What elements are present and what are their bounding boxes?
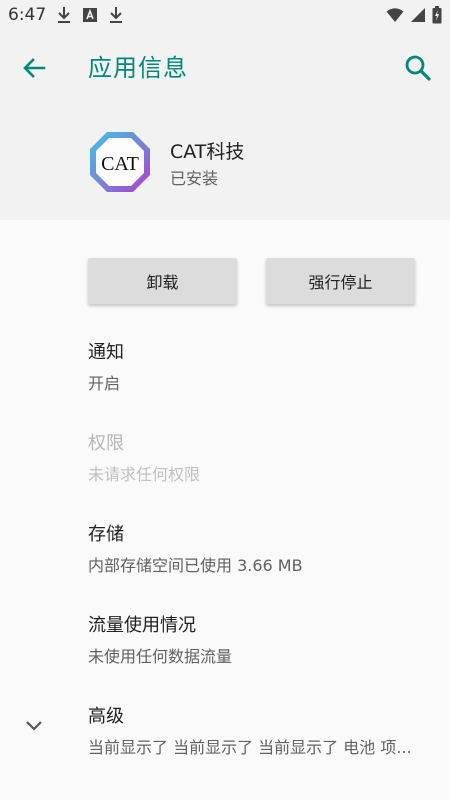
battery-icon xyxy=(432,6,442,24)
status-bar: 6:47 xyxy=(0,0,450,30)
force-stop-button[interactable]: 强行停止 xyxy=(266,258,415,304)
pref-advanced[interactable]: 高级 当前显示了 当前显示了 当前显示了 电池 项... xyxy=(88,702,412,758)
app-header: CAT CAT科技 已安装 xyxy=(0,102,450,220)
signal-icon xyxy=(411,8,425,22)
pref-title: 权限 xyxy=(88,433,124,454)
download-icon xyxy=(58,7,70,23)
wifi-icon xyxy=(386,8,404,22)
app-name: CAT科技 xyxy=(170,141,245,163)
pref-title: 存储 xyxy=(88,524,124,545)
pref-summary: 内部存储空间已使用 3.66 MB xyxy=(88,556,303,575)
search-icon[interactable] xyxy=(402,52,434,84)
system-icons xyxy=(386,6,442,24)
pref-data-usage[interactable]: 流量使用情况 未使用任何数据流量 xyxy=(88,611,232,667)
pref-summary: 当前显示了 当前显示了 当前显示了 电池 项... xyxy=(88,738,412,757)
chevron-down-icon[interactable] xyxy=(22,713,46,737)
pref-notifications[interactable]: 通知 开启 xyxy=(88,338,124,394)
text-a-icon xyxy=(83,8,97,22)
arrow-back-icon[interactable] xyxy=(18,52,50,84)
status-time: 6:47 xyxy=(8,5,47,25)
app-icon-text: CAT xyxy=(101,153,139,175)
page-title: 应用信息 xyxy=(88,54,188,82)
pref-summary: 未请求任何权限 xyxy=(88,465,201,484)
pref-title: 流量使用情况 xyxy=(88,615,196,636)
pref-summary: 开启 xyxy=(88,374,121,393)
pref-title: 通知 xyxy=(88,342,124,363)
pref-storage[interactable]: 存储 内部存储空间已使用 3.66 MB xyxy=(88,520,303,576)
uninstall-button[interactable]: 卸载 xyxy=(88,258,237,304)
pref-permissions[interactable]: 权限 未请求任何权限 xyxy=(88,429,200,485)
pref-title: 高级 xyxy=(88,706,124,727)
app-icon: CAT xyxy=(90,132,150,192)
install-status: 已安装 xyxy=(170,169,219,188)
download-icon xyxy=(110,7,122,23)
pref-summary: 未使用任何数据流量 xyxy=(88,647,233,666)
app-bar: 应用信息 xyxy=(0,30,450,102)
notification-icons xyxy=(56,6,124,24)
